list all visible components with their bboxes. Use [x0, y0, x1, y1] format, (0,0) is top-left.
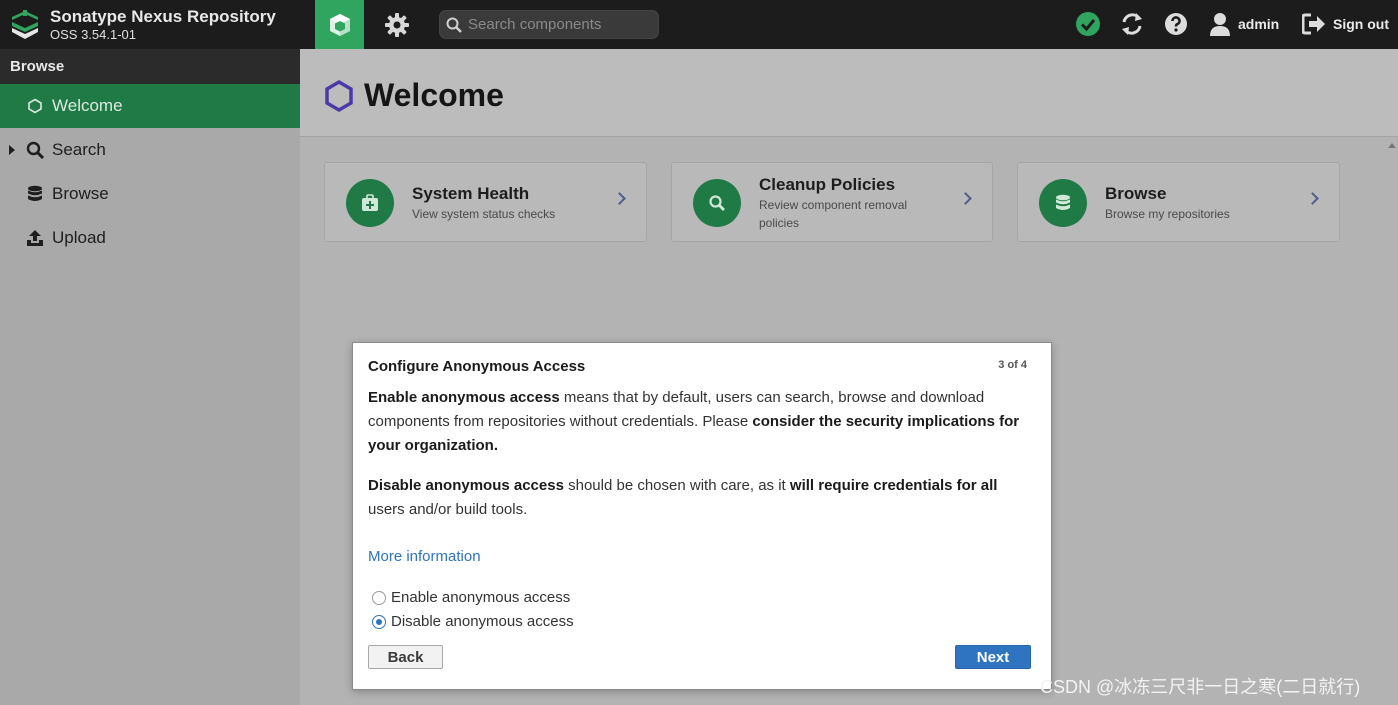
- chevron-right-icon: [1306, 192, 1319, 205]
- user-account-button[interactable]: admin: [1209, 11, 1279, 37]
- card-cleanup-policies[interactable]: Cleanup Policies Review component remova…: [671, 162, 993, 242]
- nexus-logo-icon: [12, 10, 38, 39]
- back-button[interactable]: Back: [368, 645, 443, 669]
- scroll-up-arrow-icon[interactable]: [1388, 143, 1396, 148]
- search-icon: [693, 179, 741, 227]
- sidebar-item-label: Welcome: [52, 96, 123, 115]
- card-browse[interactable]: Browse Browse my repositories: [1017, 162, 1340, 242]
- hexagon-icon: [26, 97, 44, 115]
- sidebar: Browse Welcome Search Browse Upload: [0, 49, 300, 705]
- watermark: CSDN @冰冻三尺非一日之寒(二日就行): [1040, 677, 1361, 697]
- card-description: Browse my repositories: [1105, 207, 1230, 221]
- brand[interactable]: Sonatype Nexus Repository OSS 3.54.1-01: [8, 5, 276, 45]
- card-description: View system status checks: [412, 207, 556, 221]
- step-indicator: 3 of 4: [998, 359, 1027, 371]
- database-icon: [1039, 179, 1087, 227]
- browse-mode-button[interactable]: [315, 0, 364, 49]
- disable-anonymous-radio-option[interactable]: Disable anonymous access: [372, 613, 574, 630]
- help-button[interactable]: [1163, 11, 1189, 37]
- sidebar-item-label: Browse: [52, 184, 109, 203]
- database-icon: [26, 185, 44, 203]
- refresh-button[interactable]: [1119, 11, 1145, 37]
- gear-icon: [384, 12, 409, 37]
- disable-anonymous-radio[interactable]: [372, 614, 386, 629]
- check-circle-icon: [1076, 12, 1100, 36]
- card-description: Review component removal policies: [759, 198, 908, 230]
- sidebar-item-upload[interactable]: Upload: [0, 216, 300, 260]
- search-icon: [26, 141, 44, 159]
- radio-label: Enable anonymous access: [391, 589, 571, 606]
- next-button[interactable]: Next: [955, 645, 1031, 669]
- card-title: Browse: [1105, 184, 1167, 203]
- enable-anonymous-radio-option[interactable]: Enable anonymous access: [372, 589, 570, 606]
- sidebar-item-search[interactable]: Search: [0, 128, 300, 172]
- sidebar-item-label: Upload: [52, 228, 106, 247]
- hexagon-icon: [325, 79, 353, 113]
- more-information-link[interactable]: More information: [368, 548, 481, 565]
- card-title: Cleanup Policies: [759, 175, 896, 194]
- medkit-icon: [346, 179, 394, 227]
- system-status-button[interactable]: [1075, 11, 1101, 37]
- sidebar-item-browse[interactable]: Browse: [0, 172, 300, 216]
- cube-icon: [329, 13, 350, 36]
- configure-anonymous-access-dialog: Configure Anonymous Access 3 of 4 Enable…: [352, 342, 1052, 690]
- search-icon: [446, 17, 462, 33]
- sign-out-button[interactable]: Sign out: [1302, 11, 1389, 37]
- user-icon: [1210, 13, 1230, 36]
- card-system-health[interactable]: System Health View system status checks: [324, 162, 647, 242]
- enable-description: Enable anonymous access means that by de…: [368, 389, 1020, 454]
- admin-mode-button[interactable]: [372, 0, 421, 49]
- top-header: Sonatype Nexus Repository OSS 3.54.1-01: [0, 0, 1398, 49]
- expand-caret-icon[interactable]: [9, 145, 15, 155]
- dialog-title: Configure Anonymous Access: [368, 358, 586, 375]
- search-components-input[interactable]: [468, 16, 648, 33]
- sidebar-item-welcome[interactable]: Welcome: [0, 84, 300, 128]
- enable-anonymous-radio[interactable]: [372, 590, 386, 605]
- page-header: Welcome: [300, 49, 1398, 137]
- user-name: admin: [1238, 16, 1280, 32]
- disable-description: Disable anonymous access should be chose…: [368, 477, 998, 518]
- sidebar-title: Browse: [0, 49, 300, 84]
- sign-out-icon: [1302, 13, 1325, 35]
- sign-out-label: Sign out: [1333, 16, 1389, 32]
- page-title: Welcome: [364, 77, 504, 113]
- radio-label: Disable anonymous access: [391, 613, 574, 630]
- refresh-icon: [1122, 13, 1142, 35]
- upload-icon: [26, 229, 44, 247]
- brand-title: Sonatype Nexus Repository: [50, 7, 276, 27]
- sidebar-item-label: Search: [52, 140, 106, 159]
- brand-version: OSS 3.54.1-01: [50, 27, 136, 43]
- search-box[interactable]: [439, 10, 659, 39]
- chevron-right-icon: [613, 192, 626, 205]
- help-icon: [1165, 13, 1187, 35]
- card-title: System Health: [412, 184, 530, 203]
- chevron-right-icon: [959, 192, 972, 205]
